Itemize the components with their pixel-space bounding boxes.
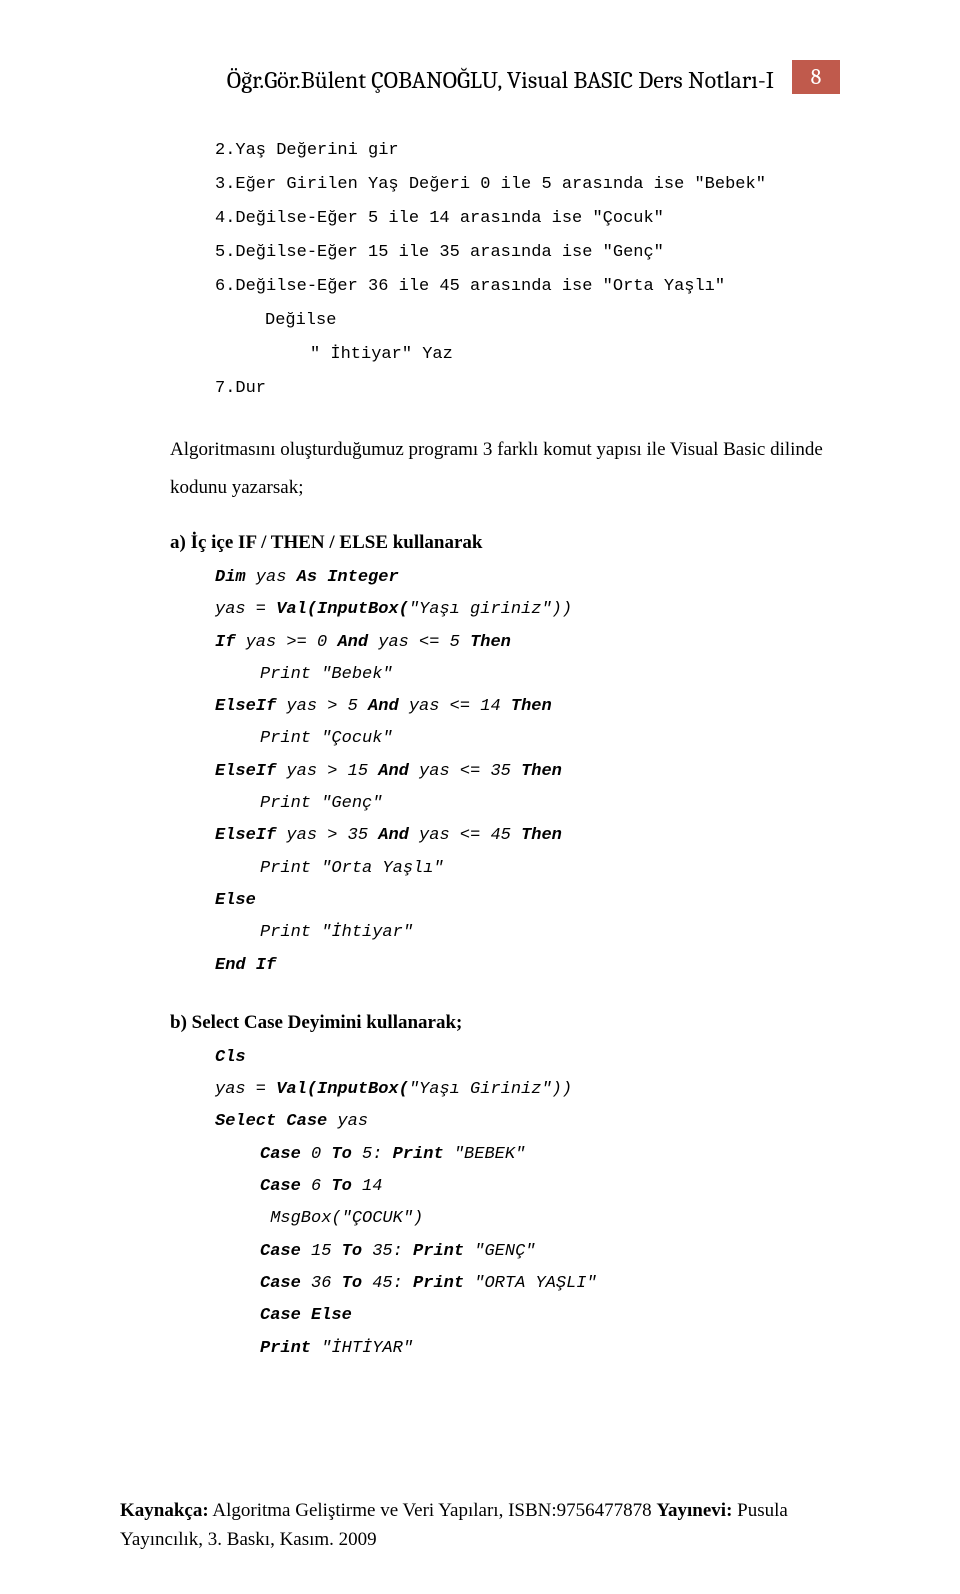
algo-step-else: Değilse [170, 304, 840, 338]
code-line: Print "Orta Yaşlı" [215, 853, 840, 885]
algo-step-3: 3.Eğer Girilen Yaş Değeri 0 ile 5 arasın… [170, 168, 840, 202]
code-block-b: Cls yas = Val(InputBox("Yaşı Giriniz")) … [170, 1042, 840, 1365]
page-number-badge: 8 [792, 60, 840, 94]
algorithm-steps: 2.Yaş Değerini gir 3.Eğer Girilen Yaş De… [170, 134, 840, 406]
code-line: If yas >= 0 And yas <= 5 Then [215, 627, 840, 659]
code-line: Case Else [215, 1300, 840, 1332]
algo-step-ihtiyar: " İhtiyar" Yaz [170, 338, 840, 372]
code-line: ElseIf yas > 35 And yas <= 45 Then [215, 820, 840, 852]
code-line: Else [215, 885, 840, 917]
footer-label-yayinevi: Yayınevi: [656, 1500, 732, 1521]
code-line: Print "Çocuk" [215, 723, 840, 755]
algo-step-6: 6.Değilse-Eğer 36 ile 45 arasında ise "O… [170, 270, 840, 304]
algo-step-7: 7.Dur [170, 372, 840, 406]
section-a-heading: a) İç içe IF / THEN / ELSE kullanarak [170, 532, 840, 554]
code-line: ElseIf yas > 15 And yas <= 35 Then [215, 756, 840, 788]
code-line: yas = Val(InputBox("Yaşı giriniz")) [215, 594, 840, 626]
header-title: Öğr.Gör.Bülent ÇOBANOĞLU, Visual BASIC D… [170, 60, 792, 94]
code-line: MsgBox("ÇOCUK") [215, 1203, 840, 1235]
code-line: End If [215, 950, 840, 982]
code-line: Case 15 To 35: Print "GENÇ" [215, 1236, 840, 1268]
code-block-a: Dim yas As Integer yas = Val(InputBox("Y… [170, 562, 840, 982]
section-b-heading: b) Select Case Deyimini kullanarak; [170, 1012, 840, 1034]
code-line: Case 6 To 14 [215, 1171, 840, 1203]
page-footer: Kaynakça: Algoritma Geliştirme ve Veri Y… [120, 1497, 840, 1554]
code-line: Print "İhtiyar" [215, 917, 840, 949]
code-line: Case 0 To 5: Print "BEBEK" [215, 1139, 840, 1171]
code-line: Cls [215, 1042, 840, 1074]
paragraph-intro: Algoritmasını oluşturduğumuz programı 3 … [170, 431, 840, 507]
code-line: Case 36 To 45: Print "ORTA YAŞLI" [215, 1268, 840, 1300]
footer-label-kaynakca: Kaynakça: [120, 1500, 209, 1521]
code-line: ElseIf yas > 5 And yas <= 14 Then [215, 691, 840, 723]
page-header: Öğr.Gör.Bülent ÇOBANOĞLU, Visual BASIC D… [170, 60, 840, 94]
code-line: Print "Genç" [215, 788, 840, 820]
document-page: Öğr.Gör.Bülent ÇOBANOĞLU, Visual BASIC D… [0, 0, 960, 1435]
code-line: Print "İHTİYAR" [215, 1333, 840, 1365]
footer-text-1: Algoritma Geliştirme ve Veri Yapıları, I… [209, 1500, 657, 1521]
algo-step-2: 2.Yaş Değerini gir [170, 134, 840, 168]
algo-step-5: 5.Değilse-Eğer 15 ile 35 arasında ise "G… [170, 236, 840, 270]
algo-step-4: 4.Değilse-Eğer 5 ile 14 arasında ise "Ço… [170, 202, 840, 236]
code-line: Select Case yas [215, 1106, 840, 1138]
code-line: Dim yas As Integer [215, 562, 840, 594]
code-line: Print "Bebek" [215, 659, 840, 691]
code-line: yas = Val(InputBox("Yaşı Giriniz")) [215, 1074, 840, 1106]
